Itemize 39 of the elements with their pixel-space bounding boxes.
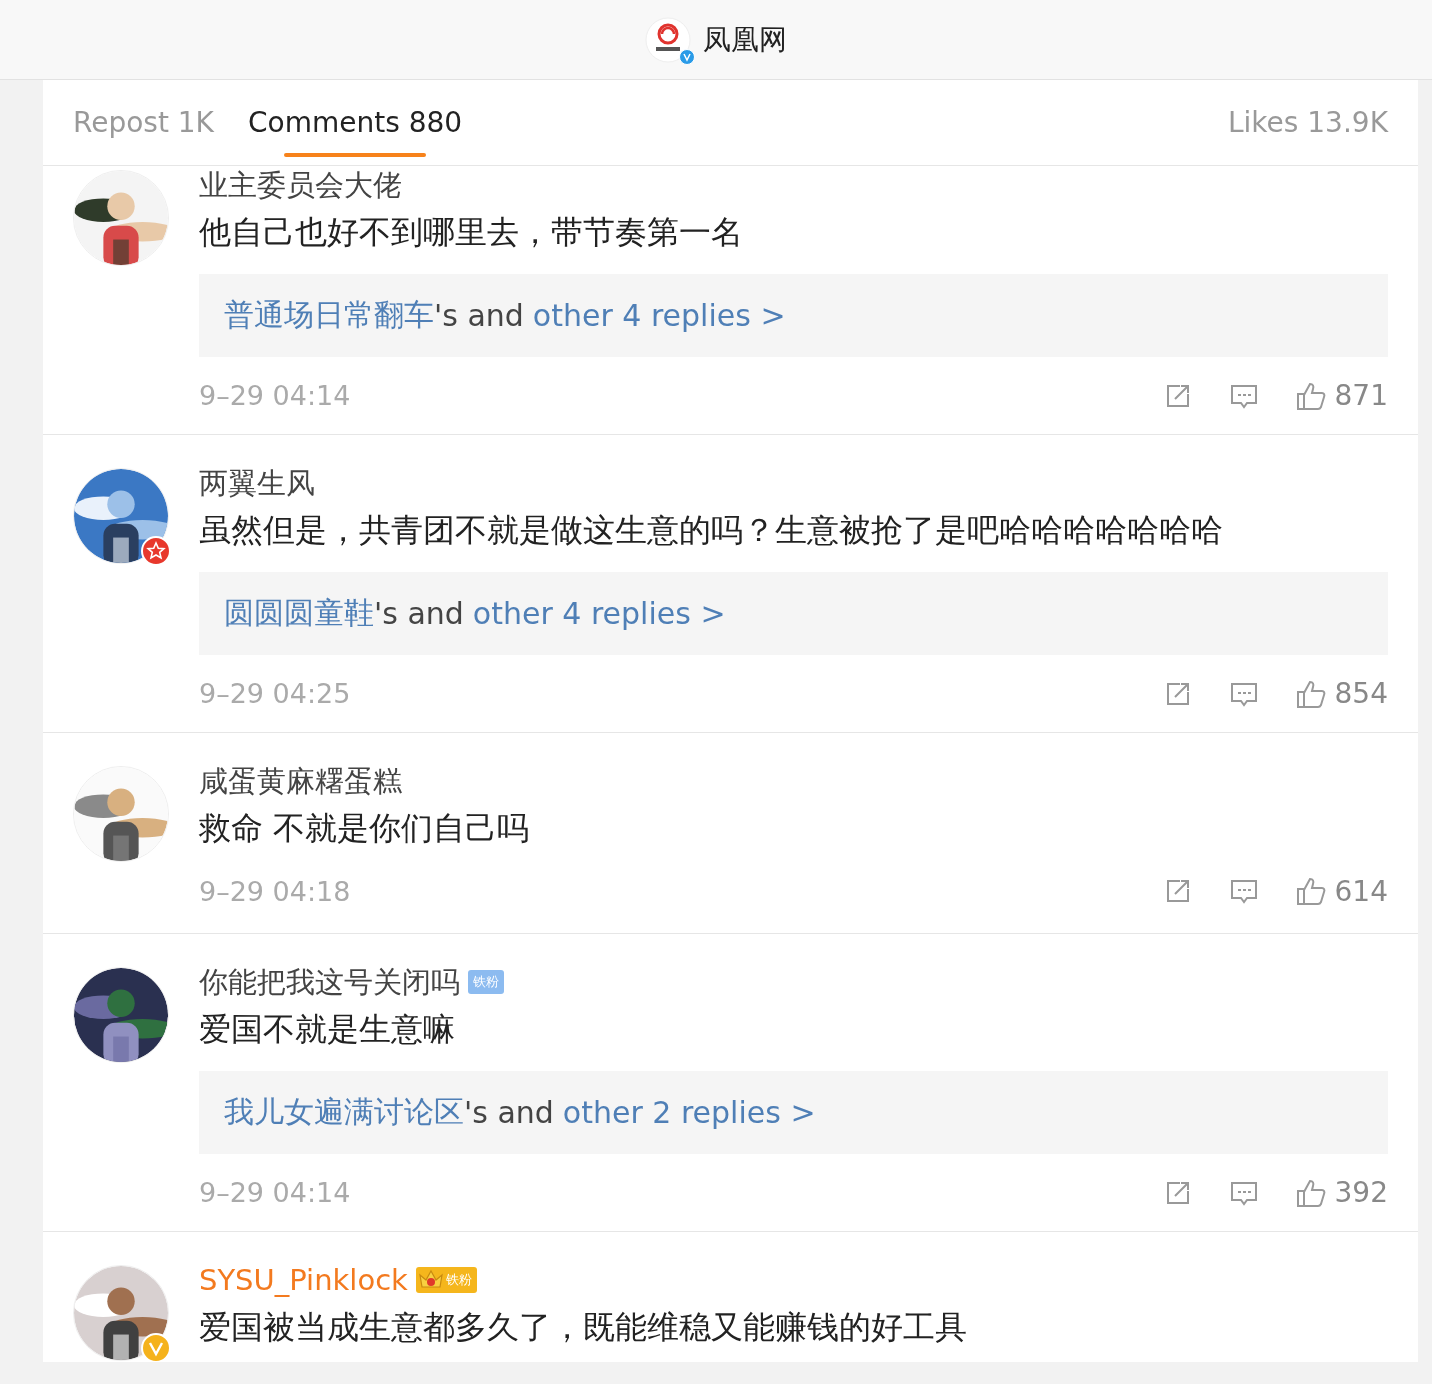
user-name[interactable]: 咸蛋黄麻糬蛋糕 xyxy=(199,762,402,800)
more-replies-link[interactable]: other 4 replies > xyxy=(472,596,726,631)
replier-link[interactable]: 我儿女遍满讨论区 xyxy=(224,1092,464,1133)
like-button[interactable]: 854 xyxy=(1294,677,1388,710)
tab[interactable]: Comments 880 xyxy=(248,86,463,159)
replies-panel[interactable]: 普通场日常翻车's and other 4 replies > xyxy=(199,274,1388,357)
user-name[interactable]: 你能把我这号关闭吗 xyxy=(199,963,460,1001)
comment-text: 爱国不就是生意嘛 xyxy=(199,1009,456,1050)
more-replies-link[interactable]: other 2 replies > xyxy=(562,1095,816,1130)
crown-icon xyxy=(417,1269,444,1291)
comment-time: 9–29 04:18 xyxy=(199,875,352,907)
replies-joiner: 's and xyxy=(434,298,524,333)
more-replies-link[interactable]: other 4 replies > xyxy=(532,298,786,333)
like-button[interactable]: 871 xyxy=(1294,379,1388,412)
account-name: 凤凰网 xyxy=(703,21,787,58)
user-name[interactable]: SYSU_Pinklock xyxy=(199,1261,408,1299)
replies-panel[interactable]: 我儿女遍满讨论区's and other 2 replies > xyxy=(199,1071,1388,1154)
comment-time: 9–29 04:14 xyxy=(199,1177,352,1208)
user-name[interactable]: 两翼生风 xyxy=(199,464,315,502)
replies-joiner: 's and xyxy=(464,1095,554,1130)
like-button[interactable]: 392 xyxy=(1294,1176,1388,1209)
tab[interactable]: Likes 13.9K xyxy=(1228,86,1388,159)
comment-time: 9–29 04:14 xyxy=(199,380,352,411)
comment-time: 9–29 04:25 xyxy=(199,678,352,709)
comment-text: 他自己也好不到哪里去，带节奏第一名 xyxy=(199,212,744,253)
fan-badge: 铁粉 xyxy=(468,970,504,994)
comment-text: 虽然但是，共青团不就是做这生意的吗？生意被抢了是吧哈哈哈哈哈哈哈 xyxy=(199,510,1224,551)
replier-link[interactable]: 圆圆圆童鞋 xyxy=(224,593,374,634)
user-name[interactable]: 业主委员会大佬 xyxy=(199,166,402,204)
replier-link[interactable]: 普通场日常翻车 xyxy=(224,295,434,336)
tab[interactable]: Repost 1K xyxy=(73,86,214,159)
comment-text: 救命 不就是你们自己吗 xyxy=(199,808,531,849)
thumbs-up-icon xyxy=(1294,875,1327,907)
comment-text: 爱国被当成生意都多久了，既能维稳又能赚钱的好工具 xyxy=(199,1307,968,1348)
logo-icon xyxy=(645,16,691,63)
replies-joiner: 's and xyxy=(374,596,464,631)
like-button[interactable]: 614 xyxy=(1294,874,1388,908)
badge-label: 铁粉 xyxy=(445,1271,472,1289)
replies-panel[interactable]: 圆圆圆童鞋's and other 4 replies > xyxy=(199,572,1388,655)
